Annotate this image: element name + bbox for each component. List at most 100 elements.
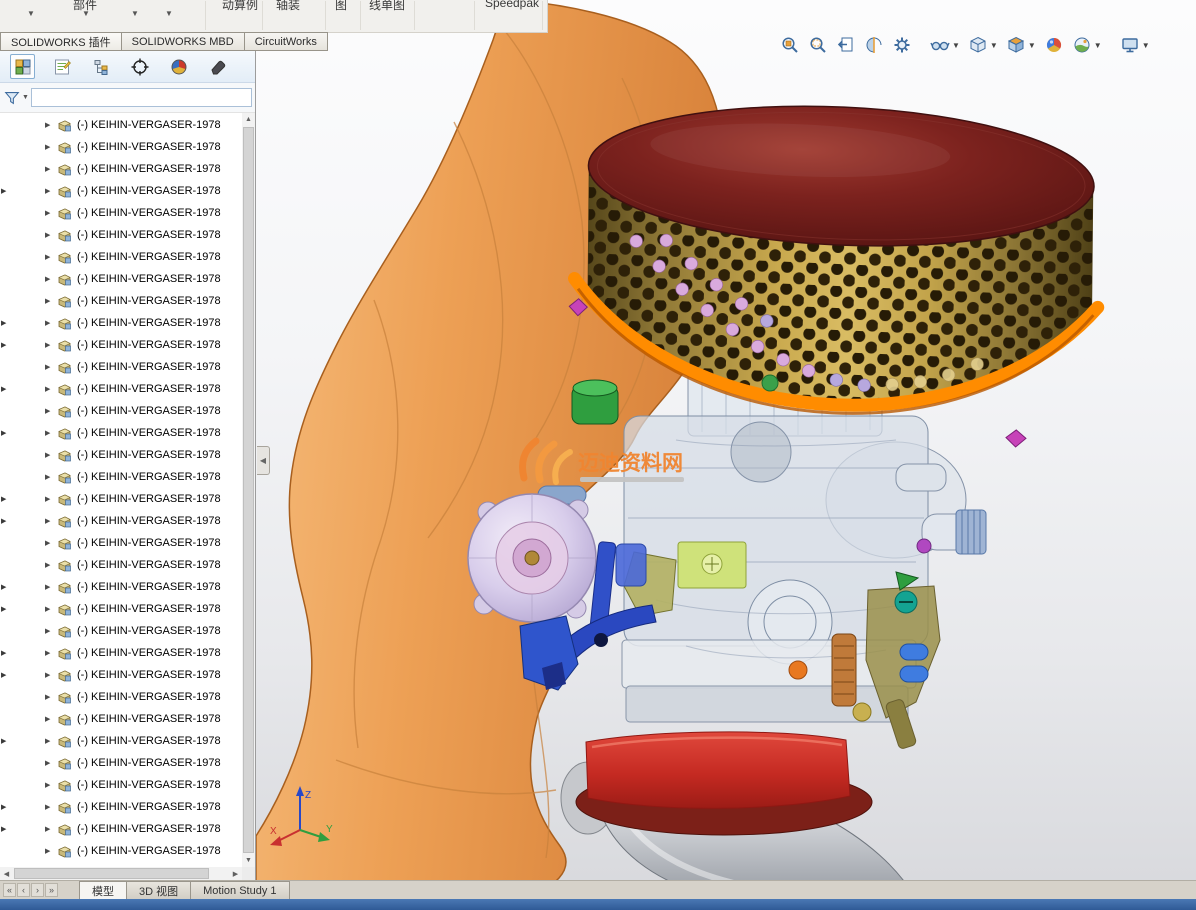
tree-item[interactable]: ▶ ▶ (-) KEIHIN-VERGASER-1978 (0, 356, 242, 378)
expand-arrow-icon[interactable]: ▶ (45, 231, 55, 239)
expand-arrow-icon[interactable]: ▶ (45, 341, 55, 349)
tree-item[interactable]: ▶ ▶ (-) KEIHIN-VERGASER-1978 (0, 334, 242, 356)
edge-expand-arrow-icon[interactable]: ▶ (1, 319, 6, 327)
hide-show-items-button[interactable]: ▼ (928, 34, 962, 56)
dropdown-arrow-icon[interactable]: ▼ (131, 9, 139, 18)
tree-item[interactable]: ▶ ▶ (-) KEIHIN-VERGASER-1978 (0, 422, 242, 444)
section-view-button[interactable] (862, 34, 886, 56)
vertical-scroll-thumb[interactable] (243, 127, 254, 853)
edit-appearance-button[interactable] (1042, 34, 1066, 56)
tree-item[interactable]: ▶ ▶ (-) KEIHIN-VERGASER-1978 (0, 180, 242, 202)
expand-arrow-icon[interactable]: ▶ (45, 759, 55, 767)
expand-arrow-icon[interactable]: ▶ (45, 605, 55, 613)
ribbon-fragment[interactable]: 线单图 (369, 0, 405, 13)
expand-arrow-icon[interactable]: ▶ (45, 209, 55, 217)
ribbon-fragment[interactable]: 图 (335, 0, 347, 13)
edge-expand-arrow-icon[interactable]: ▶ (1, 825, 6, 833)
dropdown-arrow-icon[interactable]: ▼ (27, 9, 35, 18)
tab-circuitworks[interactable]: CircuitWorks (245, 32, 328, 51)
filter-button[interactable]: ▼ (3, 89, 29, 107)
expand-arrow-icon[interactable]: ▶ (45, 649, 55, 657)
tab-motion-study-1[interactable]: Motion Study 1 (190, 881, 289, 899)
model-plate-yellow-green[interactable] (678, 542, 746, 588)
expand-arrow-icon[interactable]: ▶ (45, 627, 55, 635)
ribbon-fragment[interactable]: Speedpak (485, 0, 539, 10)
expand-arrow-icon[interactable]: ▶ (45, 561, 55, 569)
dropdown-arrow-icon[interactable]: ▼ (952, 41, 960, 50)
tree-item[interactable]: ▶ ▶ (-) KEIHIN-VERGASER-1978 (0, 510, 242, 532)
more-tools-tab[interactable] (205, 54, 230, 79)
tree-item[interactable]: ▶ ▶ (-) KEIHIN-VERGASER-1978 (0, 576, 242, 598)
propertymanager-tab[interactable] (49, 54, 74, 79)
edge-expand-arrow-icon[interactable]: ▶ (1, 671, 6, 679)
edge-expand-arrow-icon[interactable]: ▶ (1, 583, 6, 591)
tree-item[interactable]: ▶ ▶ (-) KEIHIN-VERGASER-1978 (0, 818, 242, 840)
expand-arrow-icon[interactable]: ▶ (45, 297, 55, 305)
tree-item[interactable]: ▶ ▶ (-) KEIHIN-VERGASER-1978 (0, 246, 242, 268)
first-tab-button[interactable]: « (3, 883, 16, 897)
expand-arrow-icon[interactable]: ▶ (45, 517, 55, 525)
filter-input[interactable] (31, 88, 252, 107)
edge-expand-arrow-icon[interactable]: ▶ (1, 429, 6, 437)
dropdown-arrow-icon[interactable]: ▼ (165, 9, 173, 18)
view-settings-button[interactable]: ▼ (1118, 34, 1152, 56)
expand-arrow-icon[interactable]: ▶ (45, 275, 55, 283)
expand-arrow-icon[interactable]: ▶ (45, 253, 55, 261)
expand-arrow-icon[interactable]: ▶ (45, 825, 55, 833)
model-intake-pipe[interactable] (561, 732, 918, 880)
expand-arrow-icon[interactable]: ▶ (45, 407, 55, 415)
expand-arrow-icon[interactable]: ▶ (45, 451, 55, 459)
dropdown-arrow-icon[interactable]: ▼ (1028, 41, 1036, 50)
tab-model[interactable]: 模型 (79, 881, 127, 899)
ribbon-fragment[interactable]: 轴装 (276, 0, 300, 13)
edge-expand-arrow-icon[interactable]: ▶ (1, 605, 6, 613)
dropdown-arrow-icon[interactable]: ▼ (82, 9, 90, 18)
tree-item[interactable]: ▶ ▶ (-) KEIHIN-VERGASER-1978 (0, 466, 242, 488)
expand-arrow-icon[interactable]: ▶ (45, 737, 55, 745)
apply-scene-button[interactable]: ▼ (1070, 34, 1104, 56)
edge-expand-arrow-icon[interactable]: ▶ (1, 737, 6, 745)
configurationmanager-tab[interactable] (88, 54, 113, 79)
expand-arrow-icon[interactable]: ▶ (45, 473, 55, 481)
zoom-fit-button[interactable] (778, 34, 802, 56)
scroll-right-icon[interactable]: ▶ (229, 867, 242, 880)
expand-arrow-icon[interactable]: ▶ (45, 495, 55, 503)
tree-item[interactable]: ▶ ▶ (-) KEIHIN-VERGASER-1978 (0, 554, 242, 576)
model-float-cover[interactable] (468, 494, 596, 622)
expand-arrow-icon[interactable]: ▶ (45, 121, 55, 129)
tree-item[interactable]: ▶ ▶ (-) KEIHIN-VERGASER-1978 (0, 400, 242, 422)
tree-item[interactable]: ▶ ▶ (-) KEIHIN-VERGASER-1978 (0, 224, 242, 246)
horizontal-scroll-thumb[interactable] (14, 868, 209, 879)
tab-solidworks-mbd[interactable]: SOLIDWORKS MBD (122, 32, 245, 51)
tree-item[interactable]: ▶ ▶ (-) KEIHIN-VERGASER-1978 (0, 532, 242, 554)
tree-item[interactable]: ▶ ▶ (-) KEIHIN-VERGASER-1978 (0, 488, 242, 510)
tree-item[interactable]: ▶ ▶ (-) KEIHIN-VERGASER-1978 (0, 158, 242, 180)
expand-arrow-icon[interactable]: ▶ (45, 319, 55, 327)
tree-item[interactable]: ▶ ▶ (-) KEIHIN-VERGASER-1978 (0, 796, 242, 818)
expand-arrow-icon[interactable]: ▶ (45, 847, 55, 855)
panel-collapse-handle[interactable]: ◀ (257, 446, 270, 475)
tree-item[interactable]: ▶ ▶ (-) KEIHIN-VERGASER-1978 (0, 620, 242, 642)
prev-tab-button[interactable]: ‹ (17, 883, 30, 897)
tree-item[interactable]: ▶ ▶ (-) KEIHIN-VERGASER-1978 (0, 774, 242, 796)
expand-arrow-icon[interactable]: ▶ (45, 583, 55, 591)
tree-item[interactable]: ▶ ▶ (-) KEIHIN-VERGASER-1978 (0, 840, 242, 862)
model-choke-cap-green[interactable] (572, 380, 618, 424)
expand-arrow-icon[interactable]: ▶ (45, 693, 55, 701)
edge-expand-arrow-icon[interactable]: ▶ (1, 803, 6, 811)
expand-arrow-icon[interactable]: ▶ (45, 803, 55, 811)
scroll-down-icon[interactable]: ▼ (242, 854, 255, 867)
tree-item[interactable]: ▶ ▶ (-) KEIHIN-VERGASER-1978 (0, 686, 242, 708)
tree-item[interactable]: ▶ ▶ (-) KEIHIN-VERGASER-1978 (0, 136, 242, 158)
tree-item[interactable]: ▶ ▶ (-) KEIHIN-VERGASER-1978 (0, 202, 242, 224)
expand-arrow-icon[interactable]: ▶ (45, 781, 55, 789)
edge-expand-arrow-icon[interactable]: ▶ (1, 385, 6, 393)
displaymanager-tab[interactable] (166, 54, 191, 79)
filter-dropdown-icon[interactable]: ▼ (22, 94, 29, 101)
tree-item[interactable]: ▶ ▶ (-) KEIHIN-VERGASER-1978 (0, 312, 242, 334)
last-tab-button[interactable]: » (45, 883, 58, 897)
expand-arrow-icon[interactable]: ▶ (45, 187, 55, 195)
dimxpertmanager-tab[interactable] (127, 54, 152, 79)
edge-expand-arrow-icon[interactable]: ▶ (1, 649, 6, 657)
tab-3d-views[interactable]: 3D 视图 (126, 881, 191, 899)
